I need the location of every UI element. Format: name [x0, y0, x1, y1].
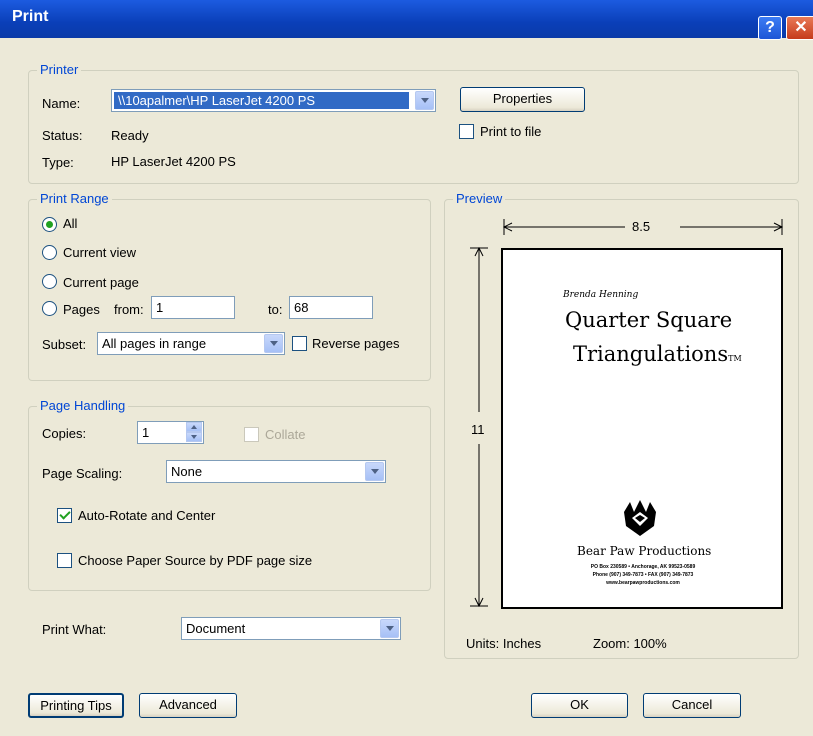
printer-type-label: Type:: [42, 155, 74, 170]
paper-source-checkbox[interactable]: [57, 553, 72, 568]
printer-status-label: Status:: [42, 128, 83, 143]
reverse-pages-checkbox[interactable]: [292, 336, 307, 351]
chevron-down-icon[interactable]: [264, 334, 283, 353]
printer-name-select[interactable]: \\10apalmer\HP LaserJet 4200 PS: [111, 89, 436, 112]
bear-paw-logo: [624, 500, 656, 536]
print-dialog: Print ? ✕ Printer Name: \\10apalmer\HP L…: [0, 0, 813, 736]
chevron-down-icon[interactable]: [380, 619, 399, 638]
printer-legend: Printer: [37, 62, 82, 77]
preview-publisher: Bear Paw Productions: [577, 544, 712, 558]
cancel-button[interactable]: Cancel: [643, 693, 741, 718]
preview-height-label: 11: [471, 422, 485, 437]
preview-address-line1: PO Box 230589 • Anchorage, AK 99523-0589: [590, 564, 696, 570]
range-current-page-radio[interactable]: [42, 274, 57, 289]
subset-select[interactable]: All pages in range: [97, 332, 285, 355]
range-all-radio[interactable]: [42, 217, 57, 232]
auto-rotate-label[interactable]: Auto-Rotate and Center: [78, 508, 215, 523]
spin-down-icon[interactable]: [186, 432, 202, 442]
range-to-value: 68: [294, 300, 309, 315]
preview-title-line2: TriangulationsTM: [573, 342, 742, 366]
preview-address-line2: Phone (907) 349-7873 • FAX (907) 349-787…: [592, 572, 694, 578]
preview-units: Units: Inches: [466, 636, 542, 651]
preview-zoom: Zoom: 100%: [593, 636, 667, 651]
copies-value: 1: [142, 425, 150, 440]
page-handling-legend: Page Handling: [37, 398, 129, 413]
preview-author-text: Brenda Henning: [563, 290, 639, 300]
range-from-value: 1: [156, 300, 164, 315]
paper-source-label[interactable]: Choose Paper Source by PDF page size: [78, 553, 312, 568]
page-scaling-value: None: [171, 464, 203, 479]
auto-rotate-checkbox[interactable]: [57, 508, 72, 523]
preview-width-label: 8.5: [632, 219, 651, 234]
range-to-label: to:: [268, 302, 283, 317]
print-range-legend: Print Range: [37, 191, 112, 206]
preview-page: Brenda Henning Quarter Square Triangulat…: [501, 248, 783, 609]
preview-legend: Preview: [453, 191, 506, 206]
range-pages-radio[interactable]: [42, 301, 57, 316]
range-current-page-label[interactable]: Current page: [63, 275, 139, 290]
range-current-view-radio[interactable]: [42, 245, 57, 260]
subset-value: All pages in range: [102, 336, 207, 351]
preview-title-line1: Quarter Square: [565, 308, 733, 332]
copies-spinner[interactable]: [186, 422, 202, 443]
chevron-down-icon[interactable]: [415, 91, 434, 110]
printer-name-value: \\10apalmer\HP LaserJet 4200 PS: [114, 92, 409, 109]
chevron-down-icon[interactable]: [365, 462, 384, 481]
print-what-label: Print What:: [42, 622, 107, 637]
print-what-select[interactable]: Document: [181, 617, 401, 640]
subset-label: Subset:: [42, 337, 87, 352]
preview-address-line3: www.bearpawproductions.com: [606, 580, 680, 586]
print-to-file-checkbox[interactable]: [459, 124, 474, 139]
copies-label: Copies:: [42, 426, 87, 441]
close-button[interactable]: ✕: [786, 16, 813, 40]
printing-tips-button[interactable]: Printing Tips: [28, 693, 124, 718]
range-from-input[interactable]: 1: [151, 296, 235, 319]
printer-name-label: Name:: [42, 96, 81, 111]
range-all-label[interactable]: All: [63, 216, 77, 231]
preview-trademark: TM: [728, 354, 742, 363]
range-current-view-label[interactable]: Current view: [63, 245, 136, 260]
page-scaling-label: Page Scaling:: [42, 466, 123, 481]
range-to-input[interactable]: 68: [289, 296, 373, 319]
print-what-value: Document: [186, 621, 246, 636]
spin-up-icon[interactable]: [186, 422, 202, 432]
properties-button[interactable]: Properties: [460, 87, 585, 112]
printer-status-value: Ready: [111, 128, 149, 143]
range-pages-label[interactable]: Pages: [63, 302, 100, 317]
printer-type-value: HP LaserJet 4200 PS: [111, 154, 236, 169]
preview-title-line2-text: Triangulations: [573, 342, 729, 366]
print-to-file-label[interactable]: Print to file: [480, 124, 541, 139]
ok-button[interactable]: OK: [531, 693, 628, 718]
copies-input[interactable]: 1: [137, 421, 204, 444]
advanced-button[interactable]: Advanced: [139, 693, 237, 718]
window-title: Print: [12, 8, 49, 25]
range-from-label: from:: [114, 302, 144, 317]
title-bar[interactable]: Print ? ✕: [0, 0, 813, 40]
collate-checkbox: [244, 427, 259, 442]
page-scaling-select[interactable]: None: [166, 460, 386, 483]
help-button[interactable]: ?: [758, 16, 782, 40]
collate-label: Collate: [265, 427, 306, 442]
reverse-pages-label[interactable]: Reverse pages: [312, 336, 399, 351]
